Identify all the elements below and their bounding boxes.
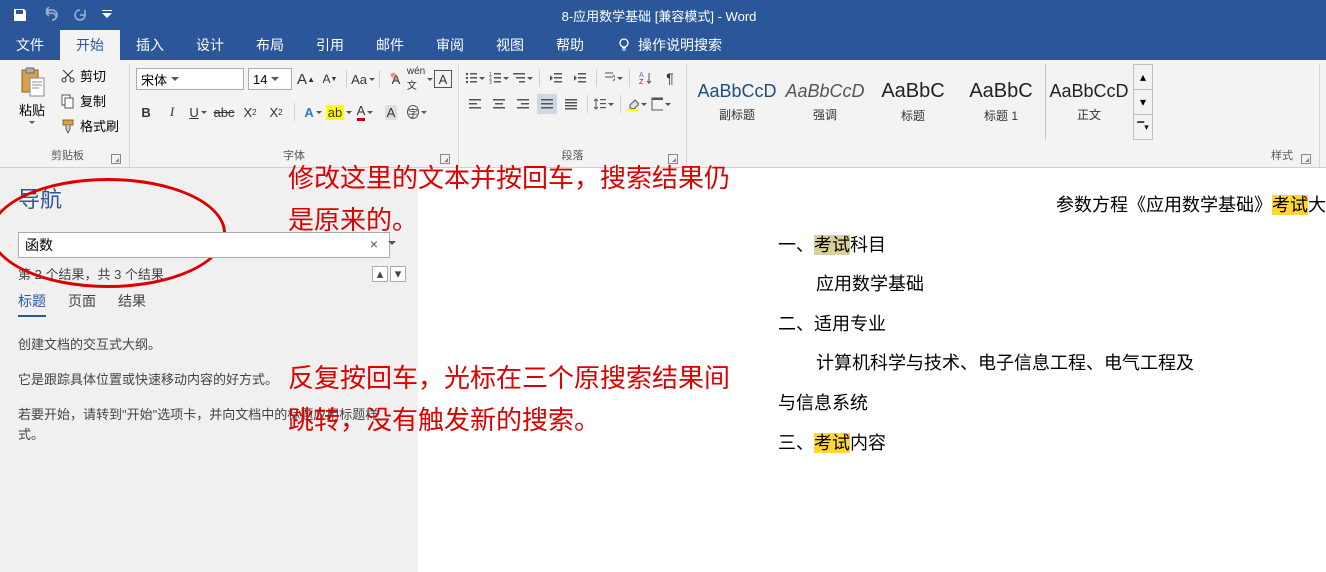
tab-view[interactable]: 视图 xyxy=(480,30,540,60)
style-heading1[interactable]: AaBbC标题 1 xyxy=(957,64,1045,140)
line-spacing-button[interactable] xyxy=(594,94,614,114)
grow-font-button[interactable]: A▲ xyxy=(296,69,316,89)
copy-button[interactable]: 复制 xyxy=(56,89,123,112)
expand-icon[interactable]: ▔▾ xyxy=(1134,115,1152,139)
enclose-char-button[interactable]: 字 xyxy=(407,102,427,122)
nav-tabs: 标题 页面 结果 xyxy=(18,291,400,317)
annotation-2: 反复按回车，光标在三个原搜索结果间 跳转，没有触发新的搜索。 xyxy=(288,358,730,441)
underline-button[interactable]: U xyxy=(188,102,208,122)
prev-result-button[interactable]: ▴ xyxy=(372,266,388,282)
paste-button[interactable]: 粘贴 xyxy=(12,64,52,126)
annotation-1: 修改这里的文本并按回车，搜索结果仍 是原来的。 xyxy=(288,158,730,241)
format-painter-button[interactable]: 格式刷 xyxy=(56,114,123,137)
scroll-up-icon[interactable]: ▴ xyxy=(1134,65,1152,90)
ribbon: 粘贴 剪切 复制 格式刷 剪贴板 xyxy=(0,60,1326,168)
lightbulb-icon xyxy=(616,37,632,53)
font-size-combo[interactable]: 14 xyxy=(248,68,292,90)
font-color-button[interactable]: A xyxy=(355,102,375,122)
document-title: 8-应用数学基础 [兼容模式] - Word xyxy=(112,6,1206,25)
bold-button[interactable]: B xyxy=(136,102,156,122)
title-bar: 8-应用数学基础 [兼容模式] - Word xyxy=(0,0,1326,30)
group-label-styles: 样式 xyxy=(693,145,1313,167)
tab-design[interactable]: 设计 xyxy=(180,30,240,60)
tab-mailings[interactable]: 邮件 xyxy=(360,30,420,60)
document-content: 参数方程《应用数学基础》考试大 一、考试科目 应用数学基础 二、适用专业 计算机… xyxy=(778,186,1326,463)
multilevel-button[interactable] xyxy=(513,68,533,88)
brush-icon xyxy=(60,118,76,134)
sort-button[interactable]: AZ xyxy=(636,68,656,88)
qat-customize-icon[interactable] xyxy=(102,7,112,23)
tab-layout[interactable]: 布局 xyxy=(240,30,300,60)
nav-tab-headings[interactable]: 标题 xyxy=(18,291,46,317)
tab-home[interactable]: 开始 xyxy=(60,30,120,60)
group-label-clipboard: 剪贴板 xyxy=(12,145,123,167)
align-center-button[interactable] xyxy=(489,94,509,114)
svg-text:Z: Z xyxy=(639,79,644,85)
decrease-indent-button[interactable] xyxy=(546,68,566,88)
char-border-button[interactable]: A xyxy=(434,70,452,88)
font-name-combo[interactable]: 宋体 xyxy=(136,68,244,90)
phonetic-guide-button[interactable]: wén文 xyxy=(410,69,430,89)
group-styles: AaBbCcD副标题 AaBbCcD强调 AaBbC标题 AaBbC标题 1 A… xyxy=(687,64,1320,167)
style-normal[interactable]: AaBbCcD正文 xyxy=(1045,64,1133,140)
strike-button[interactable]: abc xyxy=(214,102,234,122)
change-case-button[interactable]: Aa xyxy=(353,69,373,89)
char-shading-button[interactable]: A xyxy=(381,102,401,122)
tab-insert[interactable]: 插入 xyxy=(120,30,180,60)
superscript-button[interactable]: X2 xyxy=(266,102,286,122)
save-icon[interactable] xyxy=(12,7,28,23)
scroll-down-icon[interactable]: ▾ xyxy=(1134,90,1152,115)
clipboard-launcher[interactable] xyxy=(111,154,121,164)
group-clipboard: 粘贴 剪切 复制 格式刷 剪贴板 xyxy=(6,64,130,167)
nav-result-count: 第 2 个结果，共 3 个结果 xyxy=(18,264,164,283)
style-emphasis[interactable]: AaBbCcD强调 xyxy=(781,64,869,140)
text-direction-button[interactable] xyxy=(603,68,623,88)
style-subtitle[interactable]: AaBbCcD副标题 xyxy=(693,64,781,140)
group-font: 宋体 14 A▲ A▼ Aa A✎ wén文 A B I U abc X2 X2… xyxy=(130,64,459,167)
copy-icon xyxy=(60,93,76,109)
scissors-icon xyxy=(60,68,76,84)
search-options-icon[interactable] xyxy=(388,241,396,245)
quick-access-toolbar xyxy=(0,7,112,23)
ribbon-tabs: 文件 开始 插入 设计 布局 引用 邮件 审阅 视图 帮助 操作说明搜索 xyxy=(0,30,1326,60)
cut-button[interactable]: 剪切 xyxy=(56,64,123,87)
shading-button[interactable] xyxy=(627,94,647,114)
text-effects-button[interactable]: A xyxy=(303,102,323,122)
align-left-button[interactable] xyxy=(465,94,485,114)
align-right-button[interactable] xyxy=(513,94,533,114)
subscript-button[interactable]: X2 xyxy=(240,102,260,122)
increase-indent-button[interactable] xyxy=(570,68,590,88)
tab-review[interactable]: 审阅 xyxy=(420,30,480,60)
tab-tellme[interactable]: 操作说明搜索 xyxy=(600,30,738,60)
nav-tab-pages[interactable]: 页面 xyxy=(68,291,96,317)
group-paragraph: 123 AZ ¶ xyxy=(459,64,687,167)
tab-file[interactable]: 文件 xyxy=(0,30,60,60)
svg-text:3: 3 xyxy=(489,80,492,85)
undo-icon[interactable] xyxy=(42,7,58,23)
workspace: 导航 × 第 2 个结果，共 3 个结果 ▴ ▾ 标题 页面 结果 创建文档的交… xyxy=(0,168,1326,572)
style-gallery-more[interactable]: ▴ ▾ ▔▾ xyxy=(1133,64,1153,140)
redo-icon[interactable] xyxy=(72,7,88,23)
borders-button[interactable] xyxy=(651,94,671,114)
shrink-font-button[interactable]: A▼ xyxy=(320,69,340,89)
align-justify-button[interactable] xyxy=(537,94,557,114)
style-gallery: AaBbCcD副标题 AaBbCcD强调 AaBbC标题 AaBbC标题 1 A… xyxy=(693,64,1153,140)
style-title[interactable]: AaBbC标题 xyxy=(869,64,957,140)
tab-references[interactable]: 引用 xyxy=(300,30,360,60)
nav-tab-results[interactable]: 结果 xyxy=(118,291,146,317)
document-area[interactable]: 修改这里的文本并按回车，搜索结果仍 是原来的。 反复按回车，光标在三个原搜索结果… xyxy=(418,168,1326,572)
italic-button[interactable]: I xyxy=(162,102,182,122)
numbering-button[interactable]: 123 xyxy=(489,68,509,88)
next-result-button[interactable]: ▾ xyxy=(390,266,406,282)
clear-format-button[interactable]: A✎ xyxy=(386,69,406,89)
highlight-button[interactable]: ab xyxy=(329,102,349,122)
align-distribute-button[interactable] xyxy=(561,94,581,114)
show-marks-button[interactable]: ¶ xyxy=(660,68,680,88)
bullets-button[interactable] xyxy=(465,68,485,88)
svg-text:A: A xyxy=(639,72,644,79)
tab-help[interactable]: 帮助 xyxy=(540,30,600,60)
styles-launcher[interactable] xyxy=(1301,154,1311,164)
